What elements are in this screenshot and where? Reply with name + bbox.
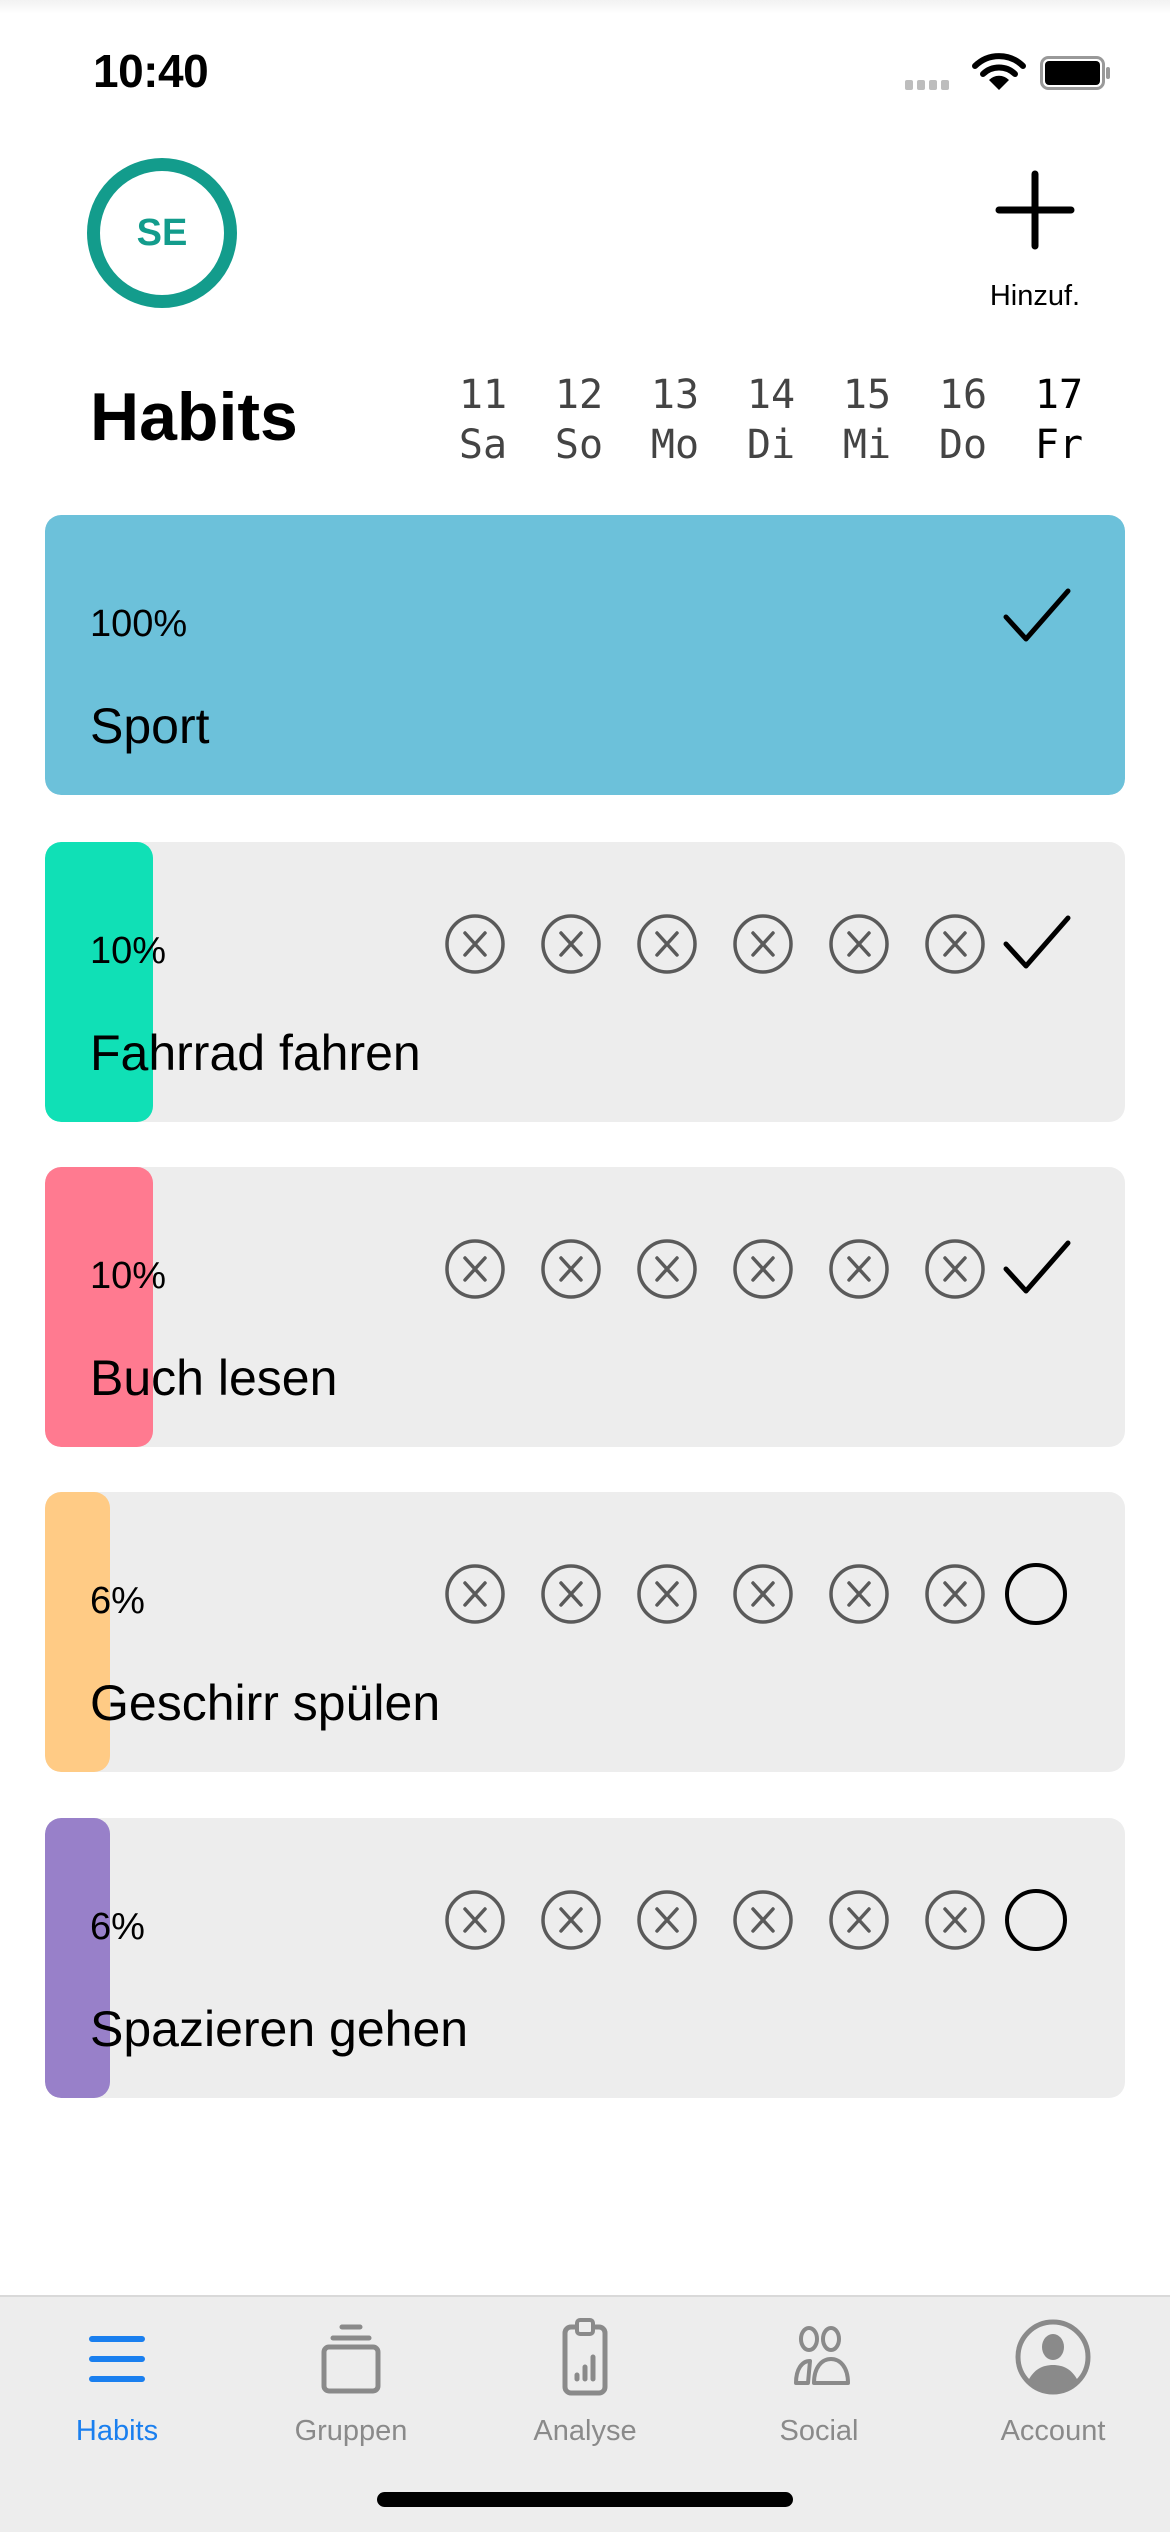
avatar-initials: SE [136,211,188,254]
cellular-signal-icon [905,80,949,90]
checkmark-icon[interactable] [1000,581,1072,653]
habit-name: Fahrrad fahren [90,1025,421,1081]
missed-day-icon[interactable] [907,1884,1003,1956]
people-icon [794,2326,850,2385]
habit-percent: 10% [90,930,167,972]
habit-day-history [427,908,1003,980]
tab-social[interactable]: Social [702,2317,936,2448]
missed-day-icon[interactable] [907,1558,1003,1630]
date-number: 17 [1034,372,1084,418]
date-weekday: Do [938,422,988,468]
habit-card[interactable]: 6% Geschirr spülen [45,1492,1125,1772]
missed-day-icon[interactable] [715,1233,811,1305]
missed-day-icon[interactable] [811,1558,907,1630]
habit-day-history [427,1558,1003,1630]
top-edge [0,0,1170,14]
habit-percent: 100% [90,603,188,645]
missed-day-icon[interactable] [619,908,715,980]
missed-day-icon[interactable] [427,1884,523,1956]
missed-day-icon[interactable] [811,908,907,980]
missed-day-icon[interactable] [619,1884,715,1956]
home-indicator [377,2492,793,2507]
date-column: 14 Di [723,370,819,470]
missed-day-icon[interactable] [523,1884,619,1956]
tab-label: Gruppen [294,2415,408,2447]
habit-percent: 6% [90,1906,145,1948]
tab-gruppen[interactable]: Gruppen [234,2317,468,2448]
missed-day-icon[interactable] [619,1233,715,1305]
empty-circle-icon[interactable] [1000,1558,1072,1630]
tab-label: Account [1000,2415,1106,2447]
tab-label: Habits [75,2415,159,2447]
missed-day-icon[interactable] [907,1233,1003,1305]
tab-label: Social [779,2415,859,2447]
date-header: 11 Sa 12 So 13 Mo 14 Di 15 Mi 16 Do 17 Fr [435,370,1107,470]
date-column: 13 Mo [627,370,723,470]
missed-day-icon[interactable] [523,908,619,980]
missed-day-icon[interactable] [811,1884,907,1956]
date-number: 16 [938,372,988,418]
date-column-today: 17 Fr [1011,370,1107,470]
habit-day-history [427,1884,1003,1956]
missed-day-icon[interactable] [715,1558,811,1630]
missed-day-icon[interactable] [715,908,811,980]
plus-icon [995,170,1075,250]
checkmark-icon[interactable] [1000,908,1072,980]
habit-card[interactable]: 10% Fahrrad fahren [45,842,1125,1122]
date-weekday: Fr [1034,422,1084,468]
date-column: 12 So [531,370,627,470]
date-weekday: Sa [458,422,508,468]
date-number: 14 [746,372,796,418]
missed-day-icon[interactable] [811,1233,907,1305]
person-circle-icon [1015,2319,1091,2395]
tab-analyse[interactable]: Analyse [468,2317,702,2448]
habit-percent: 10% [90,1255,167,1297]
missed-day-icon[interactable] [427,1233,523,1305]
avatar[interactable]: SE [87,158,237,308]
habit-card[interactable]: 10% Buch lesen [45,1167,1125,1447]
missed-day-icon[interactable] [523,1558,619,1630]
wifi-icon [972,53,1026,90]
checkmark-icon[interactable] [1000,1233,1072,1305]
add-habit-label: Hinzuf. [989,280,1081,312]
tab-account[interactable]: Account [936,2317,1170,2448]
missed-day-icon[interactable] [907,908,1003,980]
date-column: 15 Mi [819,370,915,470]
missed-day-icon[interactable] [427,908,523,980]
date-column: 16 Do [915,370,1011,470]
date-number: 11 [458,372,508,418]
page-title: Habits [90,379,298,455]
stack-icon [321,2324,381,2394]
missed-day-icon[interactable] [523,1233,619,1305]
date-weekday: Mo [650,422,700,468]
empty-circle-icon[interactable] [1000,1884,1072,1956]
missed-day-icon[interactable] [619,1558,715,1630]
habit-card[interactable]: 100% Sport [45,515,1125,795]
list-icon [89,2336,145,2382]
add-habit-button[interactable]: Hinzuf. [960,170,1110,330]
clipboard-chart-icon [562,2318,608,2396]
date-weekday: Mi [842,422,892,468]
tab-habits[interactable]: Habits [0,2317,234,2448]
missed-day-icon[interactable] [427,1558,523,1630]
habit-percent: 6% [90,1580,145,1622]
date-number: 13 [650,372,700,418]
habit-name: Geschirr spülen [90,1675,441,1731]
battery-icon [1040,56,1110,90]
habit-name: Sport [90,698,210,754]
tab-label: Analyse [533,2415,637,2447]
habit-day-history [427,1233,1003,1305]
habit-name: Buch lesen [90,1350,338,1406]
status-time: 10:40 [93,45,209,97]
habit-name: Spazieren gehen [90,2001,469,2057]
date-weekday: Di [746,422,796,468]
date-number: 12 [554,372,604,418]
habit-card[interactable]: 6% Spazieren gehen [45,1818,1125,2098]
date-number: 15 [842,372,892,418]
date-weekday: So [554,422,604,468]
date-column: 11 Sa [435,370,531,470]
missed-day-icon[interactable] [715,1884,811,1956]
